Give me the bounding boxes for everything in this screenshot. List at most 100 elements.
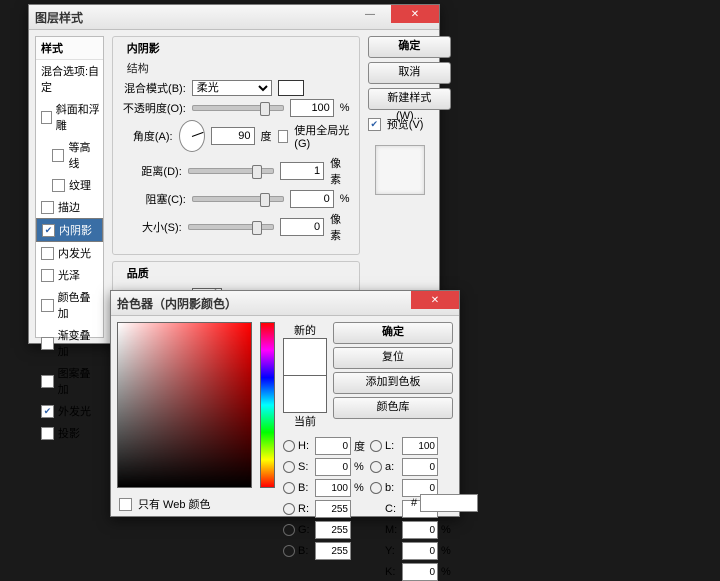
cp-label: M: — [385, 524, 399, 536]
cp-cancel-button[interactable]: 复位 — [333, 347, 453, 369]
cp-input-Y[interactable] — [402, 542, 438, 560]
styles-header: 样式 — [36, 37, 103, 60]
angle-dial[interactable] — [179, 120, 205, 152]
cp-radio-S[interactable] — [283, 461, 295, 473]
web-only-label: 只有 Web 颜色 — [138, 496, 211, 512]
style-item-9[interactable]: 图案叠加 — [36, 362, 103, 400]
cp-input-L[interactable] — [402, 437, 438, 455]
cp-row-H: H:度 — [283, 437, 366, 455]
style-item-10[interactable]: ✔ 外发光 — [36, 400, 103, 422]
style-checkbox[interactable] — [41, 299, 54, 312]
cp-input-M[interactable] — [402, 521, 438, 539]
hue-slider[interactable] — [260, 322, 275, 488]
style-item-5[interactable]: 内发光 — [36, 242, 103, 264]
cp-color-lib-button[interactable]: 颜色库 — [333, 397, 453, 419]
choke-input[interactable] — [290, 190, 334, 208]
new-style-button[interactable]: 新建样式(W)... — [368, 88, 451, 110]
style-item-8[interactable]: 渐变叠加 — [36, 324, 103, 362]
cp-add-swatch-button[interactable]: 添加到色板 — [333, 372, 453, 394]
cp-label: G: — [298, 524, 312, 536]
cp-radio-R[interactable] — [283, 503, 295, 515]
cp-row-a: a: — [370, 458, 453, 476]
style-item-label: 光泽 — [58, 267, 80, 283]
style-item-label: 描边 — [58, 199, 80, 215]
style-checkbox[interactable]: ✔ — [42, 224, 55, 237]
hex-input[interactable] — [420, 494, 478, 512]
web-only-checkbox[interactable] — [119, 498, 132, 511]
cp-radio-Bch[interactable] — [283, 545, 295, 557]
style-checkbox[interactable] — [52, 179, 65, 192]
distance-input[interactable] — [280, 162, 324, 180]
style-item-label: 纹理 — [69, 177, 91, 193]
close-button[interactable]: ✕ — [391, 5, 439, 23]
style-item-label: 渐变叠加 — [58, 327, 100, 359]
color-picker-dialog: 拾色器（内阴影颜色） ✕ 新的 当前 确定 复位 添加到色板 颜色库 H:度L:… — [110, 290, 460, 517]
cp-label: Y: — [385, 545, 399, 557]
style-checkbox[interactable] — [41, 337, 54, 350]
style-item-11[interactable]: 投影 — [36, 422, 103, 444]
ok-button[interactable]: 确定 — [368, 36, 451, 58]
style-item-6[interactable]: 光泽 — [36, 264, 103, 286]
current-color-swatch[interactable] — [283, 376, 327, 413]
cp-label: B: — [298, 482, 312, 494]
cp-radio-L[interactable] — [370, 440, 382, 452]
cp-input-Bch[interactable] — [315, 542, 351, 560]
ls-titlebar[interactable]: 图层样式 — ✕ — [29, 5, 439, 30]
preview-checkbox[interactable]: ✔ — [368, 118, 381, 131]
cp-input-S[interactable] — [315, 458, 351, 476]
distance-label: 距离(D): — [121, 163, 182, 179]
shadow-color-swatch[interactable] — [278, 80, 304, 96]
cp-row-Y: Y:% — [370, 542, 453, 560]
cp-ok-button[interactable]: 确定 — [333, 322, 453, 344]
color-field[interactable] — [117, 322, 252, 488]
cp-input-R[interactable] — [315, 500, 351, 518]
style-checkbox[interactable] — [41, 375, 54, 388]
style-checkbox[interactable] — [52, 149, 64, 162]
style-item-3[interactable]: 描边 — [36, 196, 103, 218]
style-item-1[interactable]: 等高线 — [36, 136, 103, 174]
cp-row-R: R: — [283, 500, 366, 518]
style-item-7[interactable]: 颜色叠加 — [36, 286, 103, 324]
choke-slider[interactable] — [192, 196, 284, 202]
size-slider[interactable] — [188, 224, 274, 230]
angle-input[interactable] — [211, 127, 255, 145]
blend-mode-select[interactable]: 柔光 — [192, 80, 272, 96]
opacity-slider[interactable] — [192, 105, 284, 111]
style-item-label: 外发光 — [58, 403, 91, 419]
cp-radio-a[interactable] — [370, 461, 382, 473]
style-checkbox[interactable] — [41, 201, 54, 214]
cp-radio-b[interactable] — [370, 482, 382, 494]
cp-input-Bv[interactable] — [315, 479, 351, 497]
new-color-label: 新的 — [294, 322, 316, 338]
style-item-4[interactable]: ✔内阴影 — [36, 218, 103, 242]
cp-input-H[interactable] — [315, 437, 351, 455]
size-input[interactable] — [280, 218, 324, 236]
style-item-label: 颜色叠加 — [58, 289, 100, 321]
style-checkbox[interactable] — [41, 247, 54, 260]
cancel-button[interactable]: 取消 — [368, 62, 451, 84]
style-checkbox[interactable]: ✔ — [41, 405, 54, 418]
cp-radio-G[interactable] — [283, 524, 295, 536]
cp-input-a[interactable] — [402, 458, 438, 476]
cp-titlebar[interactable]: 拾色器（内阴影颜色） ✕ — [111, 291, 459, 316]
opacity-input[interactable] — [290, 99, 334, 117]
blending-options-row[interactable]: 混合选项:自定 — [36, 60, 103, 98]
style-checkbox[interactable] — [41, 111, 52, 124]
cp-radio-H[interactable] — [283, 440, 295, 452]
cp-radio-Bv[interactable] — [283, 482, 295, 494]
minimize-button[interactable]: — — [349, 5, 391, 23]
style-item-2[interactable]: 纹理 — [36, 174, 103, 196]
cp-title: 拾色器（内阴影颜色） — [117, 295, 237, 312]
style-item-0[interactable]: 斜面和浮雕 — [36, 98, 103, 136]
global-light-checkbox[interactable] — [278, 130, 289, 143]
blend-mode-label: 混合模式(B): — [121, 80, 186, 96]
cp-row-K: K:% — [370, 563, 453, 581]
style-checkbox[interactable] — [41, 427, 54, 440]
style-item-label: 图案叠加 — [58, 365, 100, 397]
cp-input-G[interactable] — [315, 521, 351, 539]
cp-close-button[interactable]: ✕ — [411, 291, 459, 309]
distance-slider[interactable] — [188, 168, 274, 174]
style-checkbox[interactable] — [41, 269, 54, 282]
cp-input-K[interactable] — [402, 563, 438, 581]
style-item-label: 内发光 — [58, 245, 91, 261]
